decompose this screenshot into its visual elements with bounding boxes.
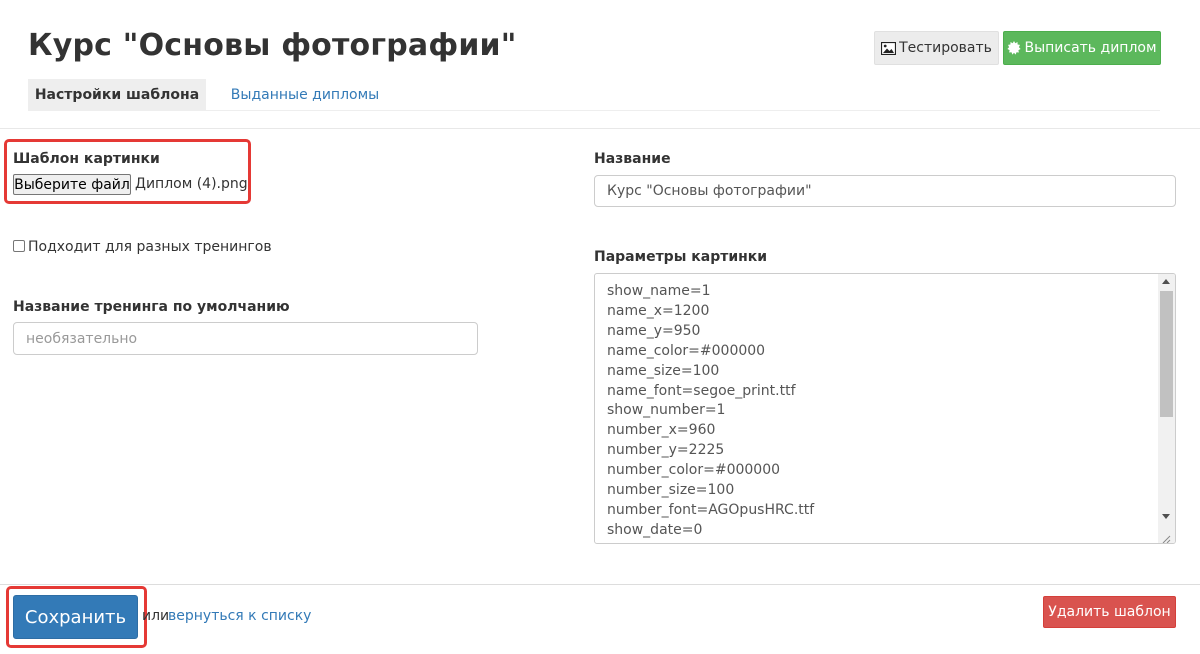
back-to-list-link[interactable]: вернуться к списку	[168, 608, 311, 624]
template-image-label: Шаблон картинки	[13, 151, 160, 167]
scroll-up-arrow-icon[interactable]	[1162, 279, 1170, 284]
issue-diploma-label: Выписать диплом	[1024, 40, 1157, 56]
param-line: name_x=1200	[607, 302, 710, 319]
tab-template-settings[interactable]: Настройки шаблона	[28, 79, 206, 110]
params-label: Параметры картинки	[594, 249, 768, 265]
param-line: number_font=AGOpusHRC.ttf	[607, 501, 815, 518]
choose-file-button[interactable]: Выберите файл	[13, 174, 131, 195]
param-line: show_date=0	[607, 521, 703, 538]
default-training-label: Название тренинга по умолчанию	[13, 299, 290, 315]
name-input[interactable]	[594, 175, 1176, 207]
params-textarea[interactable]: show_name=1 name_x=1200 name_y=950 name_col…	[594, 273, 1176, 544]
section-divider	[0, 128, 1200, 129]
params-scrollbar[interactable]	[1158, 274, 1175, 543]
image-icon	[881, 41, 897, 55]
param-line: number_y=2225	[607, 442, 725, 459]
selected-file-name: Диплом (4).png	[135, 176, 248, 192]
delete-template-button[interactable]: Удалить шаблон	[1043, 596, 1176, 628]
save-button[interactable]: Сохранить	[13, 595, 138, 639]
tabs-divider	[28, 110, 1160, 111]
or-text: или	[142, 608, 170, 624]
issue-diploma-button[interactable]: Выписать диплом	[1003, 31, 1161, 65]
param-line: name_y=950	[607, 322, 701, 339]
default-training-input[interactable]	[13, 322, 478, 355]
param-line: number_x=960	[607, 422, 716, 439]
test-button[interactable]: Тестировать	[874, 31, 999, 65]
param-line: name_font=segoe_print.ttf	[607, 382, 796, 399]
scroll-down-arrow-icon[interactable]	[1162, 514, 1170, 519]
param-line: name_size=100	[607, 362, 720, 379]
param-line: number_size=100	[607, 482, 735, 499]
certificate-icon	[1007, 41, 1022, 55]
page-title: Курс "Основы фотографии"	[28, 28, 517, 63]
param-line: show_number=1	[607, 402, 726, 419]
multi-training-label: Подходит для разных тренингов	[28, 239, 272, 255]
param-line: show_name=1	[607, 283, 711, 299]
test-button-label: Тестировать	[899, 40, 992, 56]
param-line: number_color=#000000	[607, 462, 781, 479]
name-label: Название	[594, 151, 671, 167]
footer-divider	[0, 584, 1200, 585]
multi-training-checkbox[interactable]	[13, 240, 25, 252]
scroll-thumb[interactable]	[1160, 291, 1173, 417]
resize-grip-icon[interactable]	[1161, 529, 1171, 543]
tab-issued-diplomas[interactable]: Выданные дипломы	[224, 79, 386, 110]
params-lines: show_name=1 name_x=1200 name_y=950 name_col…	[607, 282, 814, 541]
param-line: name_color=#000000	[607, 342, 766, 359]
